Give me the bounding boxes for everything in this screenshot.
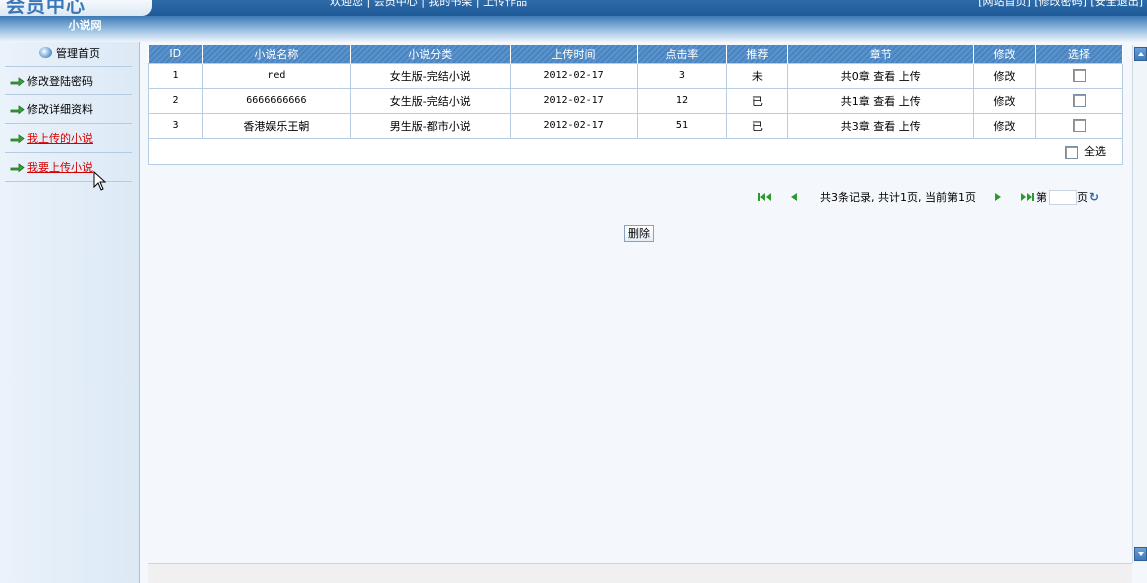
sidebar: 管理首页 修改登陆密码 修改详细资料 我上传的小说 我要上传小说 bbox=[0, 42, 140, 583]
first-page-icon[interactable] bbox=[758, 192, 772, 202]
cell-date: 2012-02-17 bbox=[509, 87, 638, 114]
col-header-category: 小说分类 bbox=[350, 45, 511, 63]
col-header-select: 选择 bbox=[1035, 45, 1123, 63]
view-link[interactable]: 查看 bbox=[873, 120, 895, 133]
cell-recommend: 已 bbox=[726, 87, 789, 114]
select-all-label[interactable]: 全选 bbox=[1084, 145, 1106, 158]
col-header-id: ID bbox=[148, 45, 203, 63]
sidebar-home[interactable]: 管理首页 bbox=[0, 42, 139, 66]
prev-page-icon[interactable] bbox=[790, 192, 798, 202]
green-arrow-icon bbox=[10, 163, 25, 173]
chapter-count: 共1章 bbox=[840, 94, 870, 108]
col-header-hits: 点击率 bbox=[637, 45, 728, 63]
select-all-row: 全选 bbox=[148, 137, 1123, 165]
mouse-cursor-icon bbox=[93, 171, 107, 191]
cell-hits: 51 bbox=[636, 112, 728, 139]
site-name: 小说网 bbox=[68, 19, 102, 32]
scroll-down-icon[interactable] bbox=[1134, 547, 1147, 561]
green-arrow-icon bbox=[10, 77, 25, 87]
sidebar-item-edit-profile[interactable]: 修改详细资料 bbox=[5, 95, 132, 124]
last-page-icon[interactable] bbox=[1020, 192, 1034, 202]
green-arrow-icon bbox=[10, 105, 25, 115]
sidebar-item-label: 修改详细资料 bbox=[27, 103, 93, 116]
view-link[interactable]: 查看 bbox=[873, 95, 895, 108]
main-content: ID 小说名称 小说分类 上传时间 点击率 推荐 章节 修改 选择 1 red … bbox=[148, 45, 1132, 165]
page-number-input[interactable] bbox=[1048, 189, 1077, 205]
cell-recommend: 未 bbox=[726, 62, 789, 89]
upload-link[interactable]: 上传 bbox=[899, 120, 921, 133]
sub-header: 小说网 bbox=[0, 16, 1147, 42]
col-header-name: 小说名称 bbox=[202, 45, 351, 63]
col-header-edit: 修改 bbox=[973, 45, 1037, 63]
upload-link[interactable]: 上传 bbox=[899, 70, 921, 83]
cell-category: 男生版-都市小说 bbox=[349, 112, 511, 139]
row-checkbox[interactable] bbox=[1072, 94, 1086, 108]
col-header-recommend: 推荐 bbox=[726, 45, 789, 63]
row-checkbox[interactable] bbox=[1072, 119, 1086, 133]
green-arrow-icon bbox=[10, 134, 25, 144]
page-prefix: 第 bbox=[1035, 191, 1047, 204]
sidebar-item-change-password[interactable]: 修改登陆密码 bbox=[5, 66, 132, 95]
col-header-date: 上传时间 bbox=[510, 45, 638, 63]
chapter-count: 共3章 bbox=[840, 119, 870, 133]
cell-id: 3 bbox=[148, 112, 203, 139]
table-header-row: ID 小说名称 小说分类 上传时间 点击率 推荐 章节 修改 选择 bbox=[148, 45, 1123, 63]
go-refresh-icon[interactable]: ↻ bbox=[1089, 190, 1099, 204]
sidebar-item-label: 修改登陆密码 bbox=[27, 74, 93, 88]
top-nav-text[interactable]: 欢迎您 | 会员中心 | 我的书架 | 上传作品 bbox=[330, 0, 527, 9]
chapter-count: 共0章 bbox=[840, 69, 870, 83]
view-link[interactable]: 查看 bbox=[873, 70, 895, 83]
next-page-icon[interactable] bbox=[994, 192, 1002, 202]
vertical-scrollbar[interactable] bbox=[1132, 45, 1147, 563]
table-row: 2 6666666666 女生版-完结小说 2012-02-17 12 已 共1… bbox=[148, 87, 1123, 114]
sidebar-item-my-novels[interactable]: 我上传的小说 bbox=[5, 124, 132, 153]
row-checkbox[interactable] bbox=[1072, 69, 1086, 83]
edit-link[interactable]: 修改 bbox=[973, 87, 1037, 114]
sidebar-item-upload-novel[interactable]: 我要上传小说 bbox=[5, 153, 132, 182]
logo-tab: 会员中心 bbox=[0, 0, 152, 16]
cell-name: 香港娱乐王朝 bbox=[201, 112, 351, 139]
table-row: 3 香港娱乐王朝 男生版-都市小说 2012-02-17 51 已 共3章 查看… bbox=[148, 112, 1123, 139]
pager-summary: 共3条记录, 共计1页, 当前第1页 bbox=[820, 191, 976, 204]
cell-select bbox=[1035, 62, 1123, 89]
cell-name: red bbox=[201, 62, 351, 89]
select-all-cell: 全选 bbox=[148, 137, 1123, 165]
select-all-checkbox[interactable] bbox=[1065, 145, 1078, 159]
pager: 共3条记录, 共计1页, 当前第1页 第 页 ↻ bbox=[758, 189, 1099, 205]
cell-category: 女生版-完结小说 bbox=[349, 62, 511, 89]
cell-date: 2012-02-17 bbox=[509, 112, 638, 139]
edit-link[interactable]: 修改 bbox=[973, 62, 1037, 89]
scroll-up-icon[interactable] bbox=[1134, 47, 1147, 61]
edit-link[interactable]: 修改 bbox=[973, 112, 1037, 139]
cell-select bbox=[1035, 87, 1123, 114]
cell-name: 6666666666 bbox=[201, 87, 351, 114]
sidebar-item-label: 我要上传小说 bbox=[27, 161, 93, 174]
col-header-chapters: 章节 bbox=[787, 45, 975, 63]
page-suffix: 页 bbox=[1076, 191, 1088, 204]
novel-table: ID 小说名称 小说分类 上传时间 点击率 推荐 章节 修改 选择 1 red … bbox=[148, 45, 1123, 165]
bottom-bar bbox=[148, 563, 1132, 583]
cell-chapters: 共0章 查看 上传 bbox=[787, 62, 975, 89]
cell-chapters: 共1章 查看 上传 bbox=[787, 87, 975, 114]
cell-recommend: 已 bbox=[726, 112, 789, 139]
delete-button[interactable]: 删除 bbox=[624, 225, 654, 242]
cell-id: 2 bbox=[148, 87, 203, 114]
table-row: 1 red 女生版-完结小说 2012-02-17 3 未 共0章 查看 上传 … bbox=[148, 62, 1123, 89]
globe-icon bbox=[39, 47, 52, 58]
cell-date: 2012-02-17 bbox=[509, 62, 638, 89]
sidebar-item-label: 我上传的小说 bbox=[27, 132, 93, 145]
cell-select bbox=[1035, 112, 1123, 139]
top-right-links[interactable]: [网站首页] [修改密码] [安全退出] bbox=[978, 0, 1143, 9]
sidebar-home-label: 管理首页 bbox=[56, 47, 100, 60]
cell-id: 1 bbox=[148, 62, 203, 89]
cell-hits: 3 bbox=[636, 62, 728, 89]
logo: 会员中心 bbox=[6, 0, 87, 16]
upload-link[interactable]: 上传 bbox=[899, 95, 921, 108]
top-bar: 会员中心 欢迎您 | 会员中心 | 我的书架 | 上传作品 [网站首页] [修改… bbox=[0, 0, 1147, 16]
cell-chapters: 共3章 查看 上传 bbox=[787, 112, 975, 139]
cell-category: 女生版-完结小说 bbox=[349, 87, 511, 114]
cell-hits: 12 bbox=[636, 87, 728, 114]
